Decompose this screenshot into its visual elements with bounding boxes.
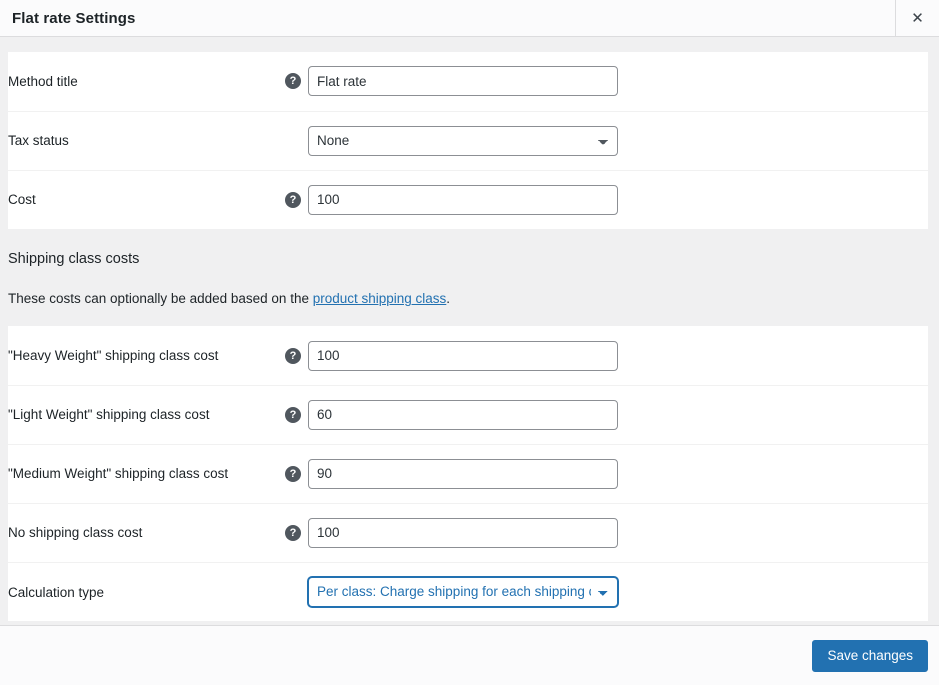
table-row: No shipping class cost ? bbox=[8, 502, 928, 563]
table-row: "Heavy Weight" shipping class cost ? bbox=[8, 326, 928, 385]
field-cell bbox=[308, 169, 928, 229]
save-changes-button[interactable]: Save changes bbox=[812, 639, 928, 672]
field-label-text: No shipping class cost bbox=[8, 525, 143, 541]
close-icon[interactable]: ✕ bbox=[895, 0, 939, 36]
field-label-calculation-type: Calculation type bbox=[8, 561, 308, 622]
section-description-suffix: . bbox=[446, 291, 451, 307]
field-label-text: Tax status bbox=[8, 133, 69, 148]
help-icon[interactable]: ? bbox=[285, 524, 301, 541]
field-label-heavy-weight-cost: "Heavy Weight" shipping class cost ? bbox=[8, 326, 308, 385]
tax-status-select[interactable]: None bbox=[308, 125, 618, 156]
calculation-type-select[interactable]: Per class: Charge shipping for each ship… bbox=[308, 577, 618, 608]
field-label-tax-status: Tax status bbox=[8, 110, 308, 170]
field-cell bbox=[308, 443, 928, 504]
field-label-text: "Heavy Weight" shipping class cost bbox=[8, 348, 219, 364]
top-spacer bbox=[0, 37, 939, 51]
light-weight-cost-input[interactable] bbox=[308, 399, 618, 430]
table-row: Method title ? bbox=[8, 52, 928, 111]
help-icon[interactable]: ? bbox=[285, 465, 301, 482]
product-shipping-class-link[interactable]: product shipping class bbox=[313, 291, 447, 306]
table-row: Tax status None bbox=[8, 110, 928, 170]
general-settings-rows: Method title ? Tax status bbox=[8, 52, 928, 229]
field-label-text: "Light Weight" shipping class cost bbox=[8, 407, 210, 423]
no-shipping-class-cost-input[interactable] bbox=[308, 517, 618, 548]
field-label-text: Method title bbox=[8, 73, 78, 89]
shipping-class-rows: "Heavy Weight" shipping class cost ? " bbox=[8, 326, 928, 622]
section-title: Shipping class costs bbox=[8, 251, 140, 267]
field-cell bbox=[308, 52, 928, 111]
field-label-text: Cost bbox=[8, 192, 36, 208]
modal-header: Flat rate Settings ✕ bbox=[0, 0, 939, 37]
modal-body: Method title ? Tax status bbox=[0, 37, 939, 625]
field-label-medium-weight-cost: "Medium Weight" shipping class cost ? bbox=[8, 443, 308, 504]
help-icon[interactable]: ? bbox=[285, 191, 301, 208]
modal-footer: Save changes bbox=[0, 625, 939, 685]
help-icon-placeholder bbox=[285, 584, 301, 600]
field-label-text: "Medium Weight" shipping class cost bbox=[8, 466, 229, 482]
shipping-class-costs-card: "Heavy Weight" shipping class cost ? " bbox=[8, 325, 928, 622]
general-settings-table: Method title ? Tax status bbox=[8, 52, 928, 229]
field-label-cost: Cost ? bbox=[8, 169, 308, 229]
heavy-weight-cost-input[interactable] bbox=[308, 340, 618, 371]
help-icon-placeholder bbox=[285, 133, 301, 149]
medium-weight-cost-input[interactable] bbox=[308, 458, 618, 489]
field-label-method-title: Method title ? bbox=[8, 52, 308, 111]
flat-rate-settings-modal: Flat rate Settings ✕ Method title ? Flat… bbox=[0, 0, 939, 685]
field-cell bbox=[308, 384, 928, 445]
table-row: Cost ? bbox=[8, 169, 928, 229]
field-label-no-shipping-class-cost: No shipping class cost ? bbox=[8, 502, 308, 563]
shipping-class-costs-table: "Heavy Weight" shipping class cost ? " bbox=[8, 326, 928, 622]
help-icon[interactable]: ? bbox=[285, 406, 301, 423]
method-title-input[interactable] bbox=[308, 66, 618, 97]
section-description: These costs can optionally be added base… bbox=[8, 290, 927, 309]
section-description-prefix: These costs can optionally be added base… bbox=[8, 291, 313, 307]
cost-input[interactable] bbox=[308, 184, 618, 215]
page-title: Flat rate Settings bbox=[12, 9, 136, 27]
help-icon[interactable]: ? bbox=[285, 73, 301, 90]
field-cell bbox=[308, 326, 928, 385]
field-label-light-weight-cost: "Light Weight" shipping class cost ? bbox=[8, 384, 308, 445]
table-row: "Light Weight" shipping class cost ? bbox=[8, 384, 928, 445]
field-cell bbox=[308, 502, 928, 563]
table-row: "Medium Weight" shipping class cost ? bbox=[8, 443, 928, 504]
general-settings-card: Method title ? Tax status bbox=[8, 51, 928, 229]
table-row: Calculation type Per class: Charge shipp… bbox=[8, 561, 928, 622]
shipping-class-costs-section: Shipping class costs These costs can opt… bbox=[0, 229, 939, 326]
help-icon[interactable]: ? bbox=[285, 347, 301, 364]
field-cell: Per class: Charge shipping for each ship… bbox=[308, 561, 928, 622]
field-label-text: Calculation type bbox=[8, 584, 105, 600]
field-cell: None bbox=[308, 110, 928, 170]
